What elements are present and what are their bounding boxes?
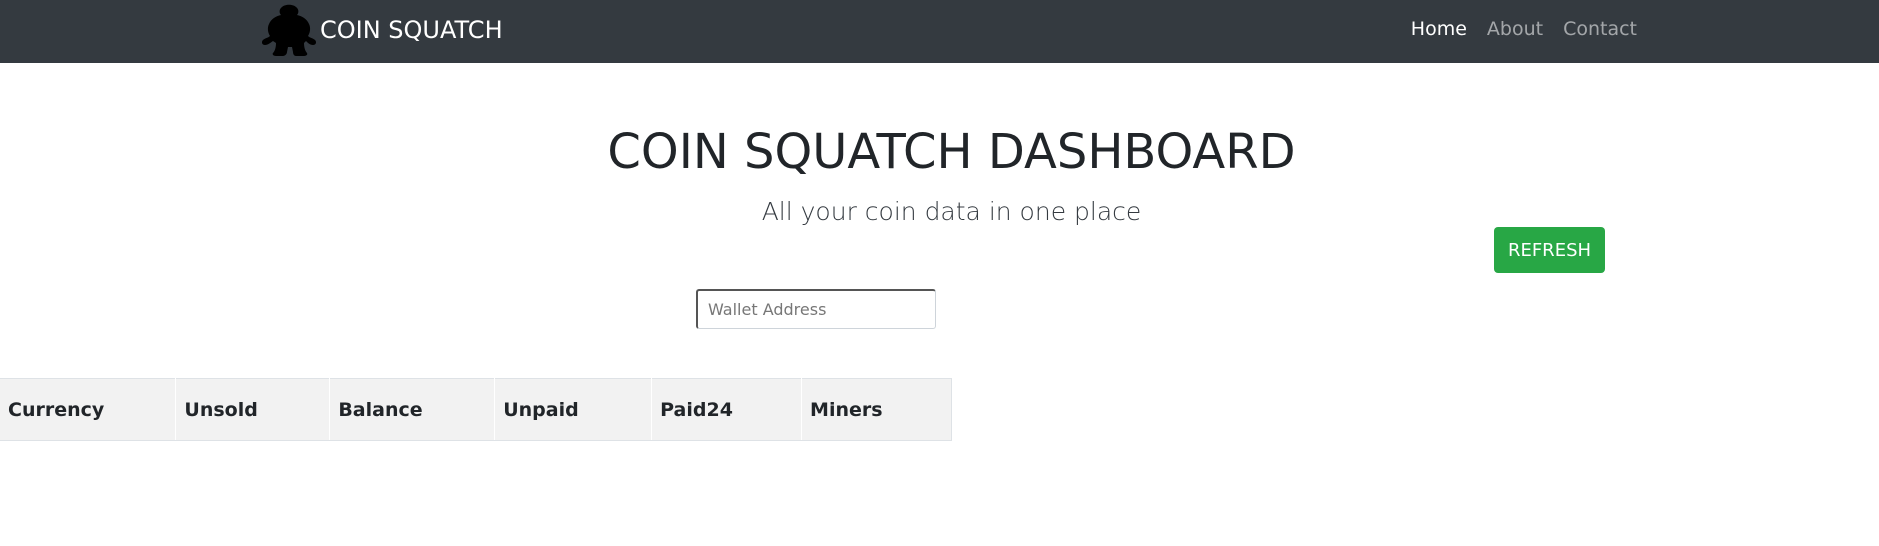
wallet-address-input[interactable] (696, 289, 936, 329)
brand-title: COIN SQUATCH (320, 16, 503, 44)
nav-menu: Home About Contact (1391, 0, 1637, 58)
column-header-unpaid: Unpaid (494, 378, 653, 441)
column-header-currency: Currency (0, 378, 177, 441)
page-subtitle: All your coin data in one place (761, 197, 1142, 226)
column-header-unsold: Unsold (175, 378, 331, 441)
table-header-row: Currency Unsold Balance Unpaid Paid24 Mi… (0, 378, 952, 441)
brand-link[interactable]: COIN SQUATCH (258, 3, 503, 57)
nav-link-about[interactable]: About (1487, 18, 1543, 40)
column-header-miners: Miners (801, 378, 952, 441)
coin-data-table: Currency Unsold Balance Unpaid Paid24 Mi… (0, 378, 952, 441)
column-header-balance: Balance (329, 378, 496, 441)
column-header-paid24: Paid24 (651, 378, 803, 441)
top-navbar: COIN SQUATCH Home About Contact (0, 0, 1879, 63)
page-title: COIN SQUATCH DASHBOARD (607, 124, 1296, 180)
refresh-button[interactable]: REFRESH (1494, 227, 1605, 273)
nav-link-contact[interactable]: Contact (1563, 18, 1637, 40)
nav-link-home[interactable]: Home (1411, 18, 1467, 40)
bigfoot-logo-icon (261, 4, 317, 56)
